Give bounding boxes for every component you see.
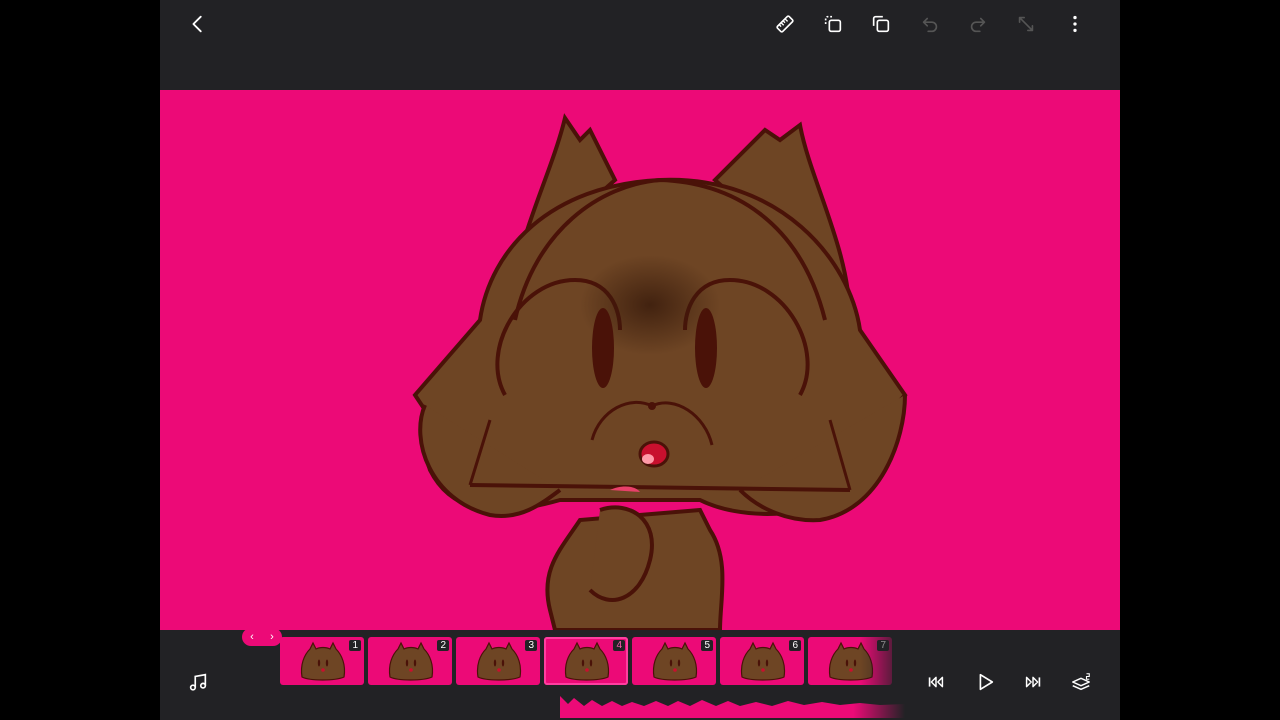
character-drawing <box>412 113 908 630</box>
frame-number: 2 <box>437 640 449 651</box>
frame-number: 6 <box>789 640 801 651</box>
top-toolbar <box>160 0 1120 90</box>
frame-number: 3 <box>525 640 537 651</box>
prev-frame-chevron-icon[interactable]: ‹ <box>250 631 254 643</box>
audio-waveform[interactable] <box>560 692 905 718</box>
timeline-frame[interactable]: 4 <box>544 637 628 685</box>
timeline: ‹ › 1234567 <box>160 628 1120 720</box>
music-icon[interactable] <box>180 664 216 700</box>
frame-number: 5 <box>701 640 713 651</box>
play-icon[interactable] <box>967 664 1003 700</box>
more-icon[interactable] <box>1057 6 1093 42</box>
timeline-frame[interactable]: 5 <box>632 637 716 685</box>
frame-nav-pill[interactable]: ‹ › <box>242 628 282 646</box>
frame-number: 4 <box>613 640 625 651</box>
duplicate-icon[interactable] <box>815 6 851 42</box>
timeline-frame[interactable]: 3 <box>456 637 540 685</box>
timeline-frame[interactable]: 6 <box>720 637 804 685</box>
ruler-icon[interactable] <box>767 6 803 42</box>
resize-icon[interactable] <box>1008 6 1044 42</box>
animation-app: ‹ › 1234567 <box>160 0 1120 720</box>
redo-icon[interactable] <box>960 6 996 42</box>
copy-icon[interactable] <box>863 6 899 42</box>
frame-strip: 1234567 <box>280 637 900 687</box>
frame-number: 1 <box>349 640 361 651</box>
back-icon[interactable] <box>180 6 216 42</box>
timeline-frame[interactable]: 2 <box>368 637 452 685</box>
frame-strip-fade <box>860 637 905 687</box>
undo-icon[interactable] <box>912 6 948 42</box>
drawing-canvas[interactable] <box>160 90 1120 630</box>
timeline-frame[interactable]: 1 <box>280 637 364 685</box>
layers-icon[interactable] <box>1063 664 1099 700</box>
skip-forward-icon[interactable] <box>1015 664 1051 700</box>
next-frame-chevron-icon[interactable]: › <box>270 631 274 643</box>
skip-back-icon[interactable] <box>918 664 954 700</box>
